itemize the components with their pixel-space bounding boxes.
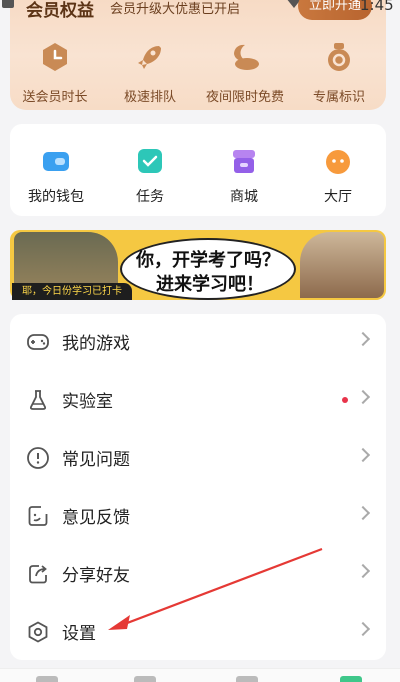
tab-icon[interactable] bbox=[236, 676, 258, 682]
lobby-icon bbox=[326, 150, 350, 174]
banner-subheadline: 进来学习吧！ bbox=[156, 274, 264, 295]
menu-item-lab[interactable]: 实验室 bbox=[10, 371, 386, 429]
menu-item-label: 意见反馈 bbox=[62, 508, 130, 528]
chevron-right-icon bbox=[355, 447, 371, 463]
vip-item-label: 送会员时长 bbox=[22, 90, 88, 105]
menu-item-label: 实验室 bbox=[62, 392, 113, 412]
menu-item-label: 我的游戏 bbox=[62, 334, 130, 354]
quick-item-label: 商城 bbox=[230, 189, 258, 205]
vip-item-label: 极速排队 bbox=[123, 90, 176, 105]
menu-item-faq[interactable]: 常见问题 bbox=[10, 429, 386, 487]
quick-item-wallet[interactable]: 我的钱包 bbox=[16, 146, 96, 206]
quick-item-shop[interactable]: 商城 bbox=[204, 146, 284, 206]
menu-item-my-games[interactable]: 我的游戏 bbox=[10, 313, 386, 371]
flask-icon bbox=[29, 390, 47, 410]
chevron-right-icon bbox=[355, 621, 371, 637]
quick-item-label: 任务 bbox=[136, 189, 164, 205]
tab-icon[interactable] bbox=[340, 676, 362, 682]
quick-item-lobby[interactable]: 大厅 bbox=[298, 146, 378, 206]
vip-item-fast-queue[interactable]: 极速排队 bbox=[105, 40, 195, 105]
tab-icon[interactable] bbox=[134, 676, 156, 682]
clock-icon bbox=[43, 43, 67, 71]
vip-item-duration[interactable]: 送会员时长 bbox=[10, 40, 100, 105]
chevron-right-icon bbox=[355, 563, 371, 579]
menu-item-label: 设置 bbox=[62, 624, 96, 644]
shop-icon bbox=[233, 150, 255, 173]
banner-illustration-left bbox=[14, 232, 118, 284]
info-icon bbox=[27, 447, 49, 469]
chevron-right-icon bbox=[355, 331, 371, 347]
chevron-right-icon bbox=[355, 389, 371, 405]
vip-subtitle: 会员升级大优惠已开启 bbox=[110, 2, 241, 17]
banner-tag: 耶，今日份学习已打卡 bbox=[12, 283, 132, 300]
share-icon bbox=[29, 565, 47, 584]
status-time: 1:45 bbox=[360, 0, 394, 14]
quick-item-label: 我的钱包 bbox=[28, 189, 84, 205]
rocket-icon bbox=[138, 46, 161, 69]
tab-icon[interactable] bbox=[36, 676, 58, 682]
annotation-arrow bbox=[108, 547, 323, 630]
vip-item-night-free[interactable]: 夜间限时免费 bbox=[200, 40, 290, 105]
status-indicator-icon bbox=[2, 0, 14, 8]
settings-icon bbox=[28, 621, 48, 643]
task-icon bbox=[138, 149, 162, 173]
menu-item-label: 常见问题 bbox=[62, 450, 130, 470]
wallet-icon bbox=[43, 152, 69, 171]
banner-headline: 你，开学考了吗？ bbox=[136, 250, 280, 271]
chevron-right-icon bbox=[355, 505, 371, 521]
quick-item-task[interactable]: 任务 bbox=[110, 146, 190, 206]
feedback-icon bbox=[28, 506, 48, 526]
vip-title: 会员权益 bbox=[26, 1, 94, 21]
gamepad-icon bbox=[27, 334, 49, 350]
moon-cloud-icon bbox=[234, 44, 259, 70]
notification-dot bbox=[342, 397, 348, 403]
vip-item-label: 夜间限时免费 bbox=[205, 90, 284, 105]
banner-illustration-right bbox=[300, 232, 384, 298]
badge-icon bbox=[328, 43, 350, 71]
quick-item-label: 大厅 bbox=[324, 189, 352, 205]
vip-item-badge[interactable]: 专属标识 bbox=[294, 40, 384, 105]
vip-item-label: 专属标识 bbox=[312, 90, 365, 105]
menu-item-feedback[interactable]: 意见反馈 bbox=[10, 487, 386, 545]
